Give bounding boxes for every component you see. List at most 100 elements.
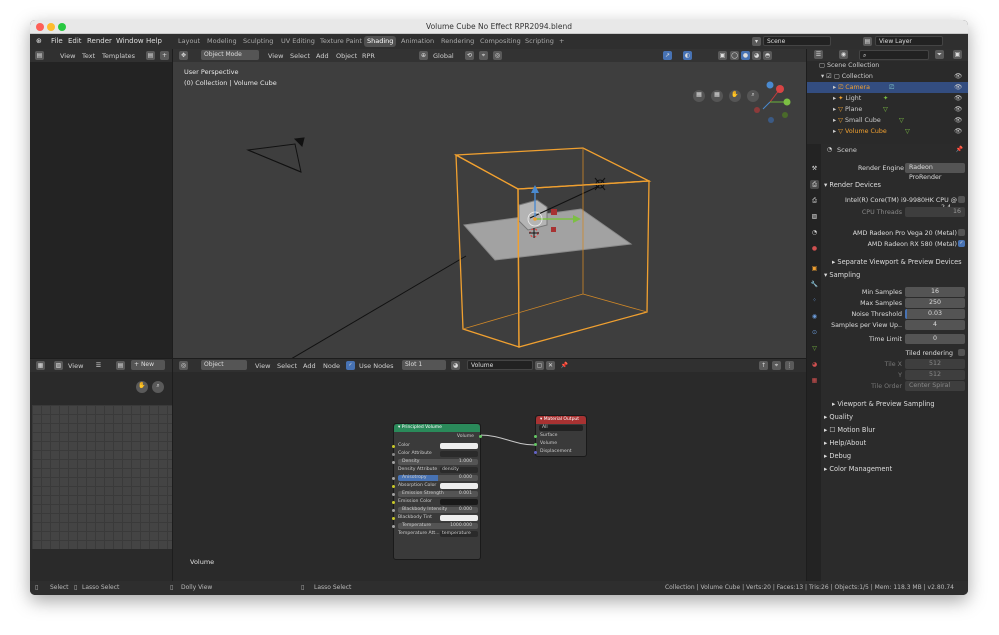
menu-help[interactable]: Help: [146, 37, 162, 45]
outliner-item-volume-cube[interactable]: ▸ ▽ Volume Cube ▽ 👁: [807, 126, 968, 137]
editor-type-icon[interactable]: ▤: [35, 51, 44, 60]
blackbody-tint-swatch[interactable]: [440, 515, 478, 521]
tab-texture-paint[interactable]: Texture Paint: [317, 36, 365, 47]
motion-blur-header[interactable]: ▸ ☐ Motion Blur: [824, 426, 875, 434]
tile-y-field[interactable]: 512: [905, 370, 965, 380]
visibility-eye-icon[interactable]: 👁: [954, 71, 962, 82]
image-menu-view[interactable]: View: [68, 362, 83, 370]
color-attribute-field[interactable]: [440, 451, 478, 457]
text-datablock-icon[interactable]: ▤: [146, 51, 155, 60]
time-limit-field[interactable]: 0: [905, 334, 965, 344]
image-editor-area[interactable]: ▦ ▨ View ☰ ▤ + New ✋ ⌕: [30, 359, 172, 581]
material-tab-icon[interactable]: ◕: [810, 360, 819, 369]
object-tab-icon[interactable]: ▣: [810, 264, 819, 273]
zoom-view-icon[interactable]: ⌕: [152, 381, 164, 393]
samples-per-view-update-field[interactable]: 4: [905, 320, 965, 330]
new-text-icon[interactable]: +: [160, 51, 169, 60]
surface-input-socket[interactable]: [534, 435, 537, 438]
tab-uv-editing[interactable]: UV Editing: [278, 36, 318, 47]
debug-header[interactable]: ▸ Debug: [824, 452, 851, 460]
material-output-node[interactable]: ▾ Material Output All Surface Volume Dis…: [534, 415, 587, 457]
physics-tab-icon[interactable]: ◉: [810, 312, 819, 321]
tab-compositing[interactable]: Compositing: [477, 36, 524, 47]
view-layer-selector[interactable]: View Layer: [875, 36, 943, 46]
add-workspace-icon[interactable]: +: [556, 36, 567, 47]
viewport-sampling-header[interactable]: ▸ Viewport & Preview Sampling: [832, 400, 935, 408]
outliner-item-plane[interactable]: ▸ ▽ Plane ▽ 👁: [807, 104, 968, 115]
render-devices-header[interactable]: ▾ Render Devices: [824, 181, 881, 189]
input-socket[interactable]: [392, 477, 395, 480]
input-socket[interactable]: [392, 445, 395, 448]
input-socket[interactable]: [392, 509, 395, 512]
image-mode-icon[interactable]: ▨: [54, 361, 63, 370]
volume-input-socket[interactable]: [534, 443, 537, 446]
tab-modeling[interactable]: Modeling: [204, 36, 240, 47]
shader-node-editor[interactable]: ◎ Object View Select Add Node ✓ Use Node…: [173, 359, 806, 581]
new-collection-icon[interactable]: ▣: [953, 50, 962, 59]
blender-logo-icon[interactable]: ⊛: [36, 37, 42, 45]
quality-header[interactable]: ▸ Quality: [824, 413, 853, 421]
outliner-editor-type-icon[interactable]: ☰: [814, 50, 823, 59]
view-layer-tab-icon[interactable]: ▨: [810, 212, 819, 221]
input-socket[interactable]: [392, 485, 395, 488]
constraints-tab-icon[interactable]: ⊙: [810, 328, 819, 337]
principled-volume-header[interactable]: ▾ Principled Volume: [394, 424, 480, 432]
input-socket[interactable]: [392, 493, 395, 496]
help-about-header[interactable]: ▸ Help/About: [824, 439, 866, 447]
sampling-header[interactable]: ▾ Sampling: [824, 271, 860, 279]
visibility-eye-icon[interactable]: 👁: [954, 104, 962, 115]
scene-icon[interactable]: ▾: [752, 37, 761, 46]
tile-order-dropdown[interactable]: Center Spiral: [905, 381, 965, 391]
emission-color-swatch[interactable]: [440, 499, 478, 505]
input-socket[interactable]: [392, 517, 395, 520]
hand-pan-icon[interactable]: ✋: [136, 381, 148, 393]
scene-collection-row[interactable]: ▢ Scene Collection: [807, 60, 968, 71]
tiled-rendering-checkbox[interactable]: [958, 349, 965, 356]
gpu2-device-checkbox[interactable]: ✓: [958, 240, 965, 247]
color-management-header[interactable]: ▸ Color Management: [824, 465, 892, 473]
material-output-header[interactable]: ▾ Material Output: [536, 416, 586, 424]
display-mode-icon[interactable]: ◉: [839, 50, 848, 59]
render-tab-icon[interactable]: ⎙: [810, 180, 819, 189]
input-socket[interactable]: [392, 453, 395, 456]
color-swatch[interactable]: [440, 443, 478, 449]
menu-text[interactable]: Text: [82, 52, 95, 60]
tab-shading[interactable]: Shading: [364, 36, 397, 47]
scene-selector[interactable]: Scene: [763, 36, 831, 46]
visibility-eye-icon[interactable]: 👁: [954, 126, 962, 137]
tab-layout[interactable]: Layout: [175, 36, 203, 47]
tab-rendering[interactable]: Rendering: [438, 36, 477, 47]
menu-view[interactable]: View: [60, 52, 75, 60]
tab-sculpting[interactable]: Sculpting: [240, 36, 276, 47]
outliner-item-small-cube[interactable]: ▸ ▽ Small Cube ▽ 👁: [807, 115, 968, 126]
new-image-button[interactable]: + New: [131, 360, 165, 370]
gpu1-device-checkbox[interactable]: [958, 229, 965, 236]
checkbox-icon[interactable]: ☑: [826, 73, 834, 80]
particles-tab-icon[interactable]: ⁘: [810, 296, 819, 305]
max-samples-field[interactable]: 250: [905, 298, 965, 308]
principled-volume-node[interactable]: ▾ Principled Volume Volume Color Color A…: [392, 423, 482, 560]
navigation-gizmo[interactable]: [754, 81, 791, 124]
absorption-color-swatch[interactable]: [440, 483, 478, 489]
outliner-item-light[interactable]: ▸ ✦ Light ✦ 👁: [807, 93, 968, 104]
collection-row[interactable]: ▾ ☑ ▢ Collection 👁: [807, 71, 968, 82]
image-editor-type-icon[interactable]: ▦: [36, 361, 45, 370]
render-engine-dropdown[interactable]: Radeon ProRender: [905, 163, 965, 181]
menu-render[interactable]: Render: [87, 37, 112, 45]
modifier-tab-icon[interactable]: 🔧: [810, 280, 819, 289]
tab-animation[interactable]: Animation: [398, 36, 437, 47]
menu-window[interactable]: Window: [116, 37, 144, 45]
menu-templates[interactable]: Templates: [102, 52, 135, 60]
pin-icon[interactable]: 📌: [955, 145, 964, 154]
scene-tab-icon[interactable]: ◔: [810, 228, 819, 237]
texture-tab-icon[interactable]: ▦: [810, 376, 819, 385]
menu-file[interactable]: File: [51, 37, 63, 45]
3d-viewport[interactable]: ✥ Object Mode View Select Add Object RPR…: [173, 49, 806, 358]
outliner-search-input[interactable]: ⌕: [859, 50, 929, 60]
visibility-eye-icon[interactable]: 👁: [954, 115, 962, 126]
min-samples-field[interactable]: 16: [905, 287, 965, 297]
hamburger-menu-icon[interactable]: ☰: [94, 361, 103, 370]
menu-edit[interactable]: Edit: [68, 37, 82, 45]
tab-scripting[interactable]: Scripting: [522, 36, 557, 47]
cpu-threads-field[interactable]: 16: [905, 207, 965, 217]
